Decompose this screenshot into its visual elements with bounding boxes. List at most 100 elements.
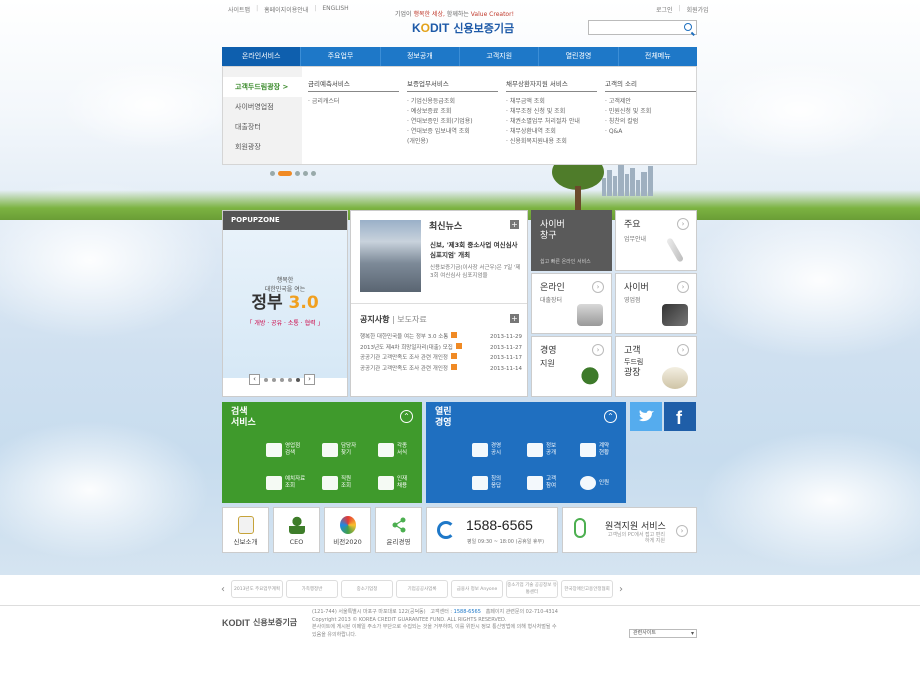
menu-link[interactable]: · 기업신용등급조회: [407, 97, 498, 107]
nav-customer-support[interactable]: 고객지원: [460, 47, 540, 66]
menu-link[interactable]: · Q&A: [605, 127, 696, 137]
menu-forms[interactable]: 각종 서식: [378, 443, 407, 457]
list-item[interactable]: 행복한 대한민국을 여는 정부 3.0 소통 2013-11-29: [360, 332, 522, 343]
tile-management-support[interactable]: 경영 지원 ›: [531, 336, 612, 397]
news-photo[interactable]: [360, 220, 421, 292]
list-item[interactable]: 2013년도 제4차 희망일자리(대출) 모집 2013-11-27: [360, 342, 522, 354]
notice-more-button[interactable]: +: [510, 314, 519, 323]
banner-prev-button[interactable]: ‹: [218, 584, 228, 595]
menu-branch-search[interactable]: 영업점 검색: [266, 443, 300, 457]
partner-banner[interactable]: 기업공공사업록: [396, 580, 448, 598]
link-login[interactable]: 로그인: [656, 5, 673, 14]
menu-link[interactable]: · 연대보증 입보내역 조회: [407, 127, 498, 137]
tab-notice[interactable]: 공지사항: [360, 315, 389, 324]
nav-all-menu[interactable]: 전체메뉴: [619, 47, 697, 66]
menu-column-title[interactable]: 금리예측서비스: [308, 78, 399, 92]
nav-info-disclosure[interactable]: 정보공개: [381, 47, 460, 66]
partner-banner[interactable]: 금융사 정보 Anyone: [451, 580, 503, 598]
pager-dot[interactable]: [270, 171, 275, 176]
popup-dot[interactable]: [272, 377, 276, 382]
nav-online-service[interactable]: 온라인서비스: [222, 47, 302, 66]
menu-recruit[interactable]: 인재 채용: [378, 476, 407, 490]
menu-qa-response[interactable]: 칭의 응답: [472, 476, 501, 490]
call-center-box[interactable]: 1588-6565 평일 09:30 ~ 18:00 (공휴일 휴무): [426, 507, 558, 553]
partner-banner[interactable]: 중소기업 기술 공공정보 유통센터: [506, 580, 558, 598]
menu-column-title[interactable]: 고객의 소리: [605, 78, 696, 92]
list-item[interactable]: 공공기관 고객만족도 조사 관련 개인정 2013-11-14: [360, 363, 522, 375]
menu-link[interactable]: · 채무금액 조회: [506, 97, 597, 107]
pager-dot[interactable]: [295, 171, 300, 176]
popup-dot-active[interactable]: [296, 377, 300, 382]
banner-next-button[interactable]: ›: [616, 584, 626, 595]
link-vision2020[interactable]: 비전2020: [324, 507, 371, 553]
menu-link[interactable]: · 채무상환내역 조회: [506, 127, 597, 137]
sidebar-item-loan-market[interactable]: 대출장터: [223, 117, 302, 137]
link-join[interactable]: 회원가입: [687, 5, 709, 14]
partner-banner[interactable]: 중소기업청: [341, 580, 393, 598]
popup-dot[interactable]: [280, 377, 284, 382]
tile-cyber-branch[interactable]: 사이버 영업점 ›: [615, 273, 697, 334]
menu-link[interactable]: (개인용): [407, 137, 498, 147]
menu-link[interactable]: · 민원신청 및 조회: [605, 107, 696, 117]
check-shield-icon: [322, 443, 338, 457]
link-guide[interactable]: 홈페이지이용안내: [264, 5, 308, 14]
menu-link[interactable]: · 신용회복지원내용 조회: [506, 137, 597, 147]
tab-press[interactable]: 보도자료: [397, 315, 426, 324]
popup-banner[interactable]: 행복한 대한민국을 여는 정부 3.0 「 개방 · 공유 · 소통 · 협력 …: [223, 230, 347, 378]
menu-link[interactable]: · 연대보증인 조회(기업용): [407, 117, 498, 127]
twitter-icon[interactable]: [630, 402, 662, 431]
sidebar-item-cyber-branch[interactable]: 사이버영업점: [223, 97, 302, 117]
menu-find-staff[interactable]: 담당자 찾기: [322, 443, 356, 457]
tile-customer-plaza[interactable]: 고객 두드림 광장 ›: [615, 336, 697, 397]
tile-online-loan-market[interactable]: 온라인 대출장터 ›: [531, 273, 612, 334]
menu-column-title[interactable]: 보증업무서비스: [407, 78, 498, 92]
news-more-button[interactable]: +: [510, 220, 519, 229]
menu-deposit-lookup[interactable]: 예치자료 조회: [266, 476, 305, 490]
related-sites-select[interactable]: 관련사이트: [629, 629, 697, 638]
pager-dot[interactable]: [311, 171, 316, 176]
menu-link[interactable]: · 칭찬의 칼럼: [605, 117, 696, 127]
site-logo[interactable]: KODIT 신용보증기금: [412, 20, 514, 36]
popup-dot[interactable]: [288, 377, 292, 382]
pager-dot-active[interactable]: [278, 171, 292, 176]
menu-link[interactable]: · 채권소멸업무 처리절차 안내: [506, 117, 597, 127]
nav-main-business[interactable]: 주요업무: [301, 47, 381, 66]
menu-info-disclosure[interactable]: 정보 공개: [527, 443, 556, 457]
facebook-icon[interactable]: f: [664, 402, 696, 431]
tile-cyber-window[interactable]: 사이버 창구 쉽고 빠른 온라인 서비스: [531, 210, 612, 271]
partner-banner[interactable]: 가족행정반: [286, 580, 338, 598]
popup-dot[interactable]: [264, 377, 268, 382]
sidebar-item-member-plaza[interactable]: 회원광장: [223, 137, 302, 157]
search-input[interactable]: [588, 20, 697, 35]
notice-tabs: 공지사항 | 보도자료: [360, 314, 427, 325]
remote-support-box[interactable]: 원격지원 서비스 고객님의 PC에서 접고 편리하게 지원 ›: [562, 507, 697, 553]
link-ethics[interactable]: 윤리경영: [375, 507, 422, 553]
popup-next-button[interactable]: ›: [304, 374, 315, 385]
pager-dot[interactable]: [303, 171, 308, 176]
link-ceo[interactable]: CEO: [273, 507, 320, 553]
tile-main-business[interactable]: 주요 업무안내 ›: [615, 210, 697, 271]
menu-employee-lookup[interactable]: 직원 조회: [322, 476, 351, 490]
search-icon[interactable]: [684, 23, 692, 31]
link-english[interactable]: ENGLISH: [322, 5, 348, 14]
chevron-up-icon[interactable]: ⌃: [604, 410, 617, 423]
menu-link[interactable]: · 예상보증료 조회: [407, 107, 498, 117]
chevron-up-icon[interactable]: ⌃: [400, 410, 413, 423]
nav-open-management[interactable]: 열린경영: [539, 47, 619, 66]
menu-link[interactable]: · 고객제안: [605, 97, 696, 107]
partner-banner[interactable]: 2013년도 주요업무계획: [231, 580, 283, 598]
menu-link[interactable]: · 금리캐스터: [308, 97, 399, 107]
menu-link[interactable]: · 채무조정 신청 및 조회: [506, 107, 597, 117]
menu-management-disclosure[interactable]: 경영 공시: [472, 443, 501, 457]
news-headline[interactable]: 신보, '제3회 중소사업 여신심사 심포지엄' 개최: [430, 240, 522, 260]
menu-customer-participation[interactable]: 고객 참여: [527, 476, 556, 490]
menu-column-title[interactable]: 채무상환자지원 서비스: [506, 78, 597, 92]
partner-banner[interactable]: 한국장애인고용안정협회: [561, 580, 613, 598]
menu-contract-status[interactable]: 계약 현황: [580, 443, 609, 457]
sidebar-item-customer-plaza[interactable]: 고객두드림광장 >: [223, 77, 302, 97]
popup-prev-button[interactable]: ‹: [249, 374, 260, 385]
list-item[interactable]: 공공기관 고객만족도 조사 관련 개인정 2013-11-17: [360, 353, 522, 364]
link-kodit-intro[interactable]: 신보소개: [222, 507, 269, 553]
link-sitemap[interactable]: 사이트맵: [228, 5, 250, 14]
menu-personnel[interactable]: 인원: [580, 476, 609, 490]
